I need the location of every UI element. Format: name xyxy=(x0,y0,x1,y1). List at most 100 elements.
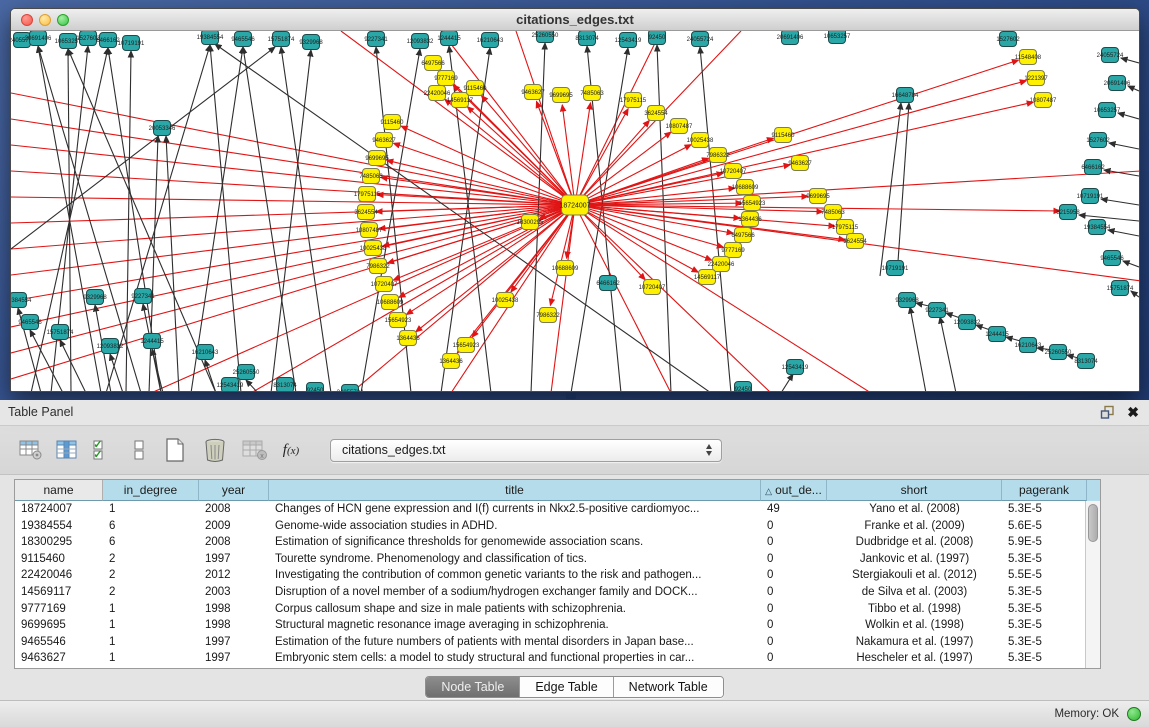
graph-edge[interactable] xyxy=(166,136,179,391)
network-window-titlebar[interactable]: citations_edges.txt xyxy=(11,9,1139,31)
graph-node-label: 8313074 xyxy=(1074,359,1098,365)
graph-edge[interactable] xyxy=(1123,261,1139,267)
graph-edge[interactable] xyxy=(940,317,956,391)
graph-edge[interactable] xyxy=(575,205,733,233)
graph-edge[interactable] xyxy=(781,374,793,391)
column-header-name[interactable]: name xyxy=(15,480,103,501)
table-options-button[interactable] xyxy=(16,435,46,465)
graph-node-label: 9465546 xyxy=(18,320,42,326)
table-row[interactable]: 1872400712008Changes of HCN gene express… xyxy=(15,501,1100,518)
graph-edge[interactable] xyxy=(910,307,926,391)
table-cell: Genome-wide association studies in ADHD. xyxy=(269,518,761,535)
table-row[interactable]: 2242004622012Investigating the contribut… xyxy=(15,567,1100,584)
unselect-all-columns-button[interactable] xyxy=(124,435,154,465)
column-header-short[interactable]: short xyxy=(827,480,1002,501)
graph-node-label: 6497566 xyxy=(731,233,755,239)
splitter-grip[interactable] xyxy=(566,393,576,399)
table-cell: 2008 xyxy=(199,501,269,518)
close-panel-icon[interactable]: ✖ xyxy=(1127,403,1139,421)
table-cell: Changes of HCN gene expression and I(f) … xyxy=(269,501,761,518)
graph-node-label: 1527602 xyxy=(996,37,1020,43)
table-vertical-scrollbar[interactable] xyxy=(1085,501,1100,668)
create-new-column-button[interactable] xyxy=(160,435,190,465)
graph-edge[interactable] xyxy=(441,31,575,205)
graph-edge[interactable] xyxy=(271,50,311,391)
show-columns-button[interactable] xyxy=(52,435,82,465)
table-cell: Embryonic stem cells: a model to study s… xyxy=(269,650,761,667)
table-row[interactable]: 1456911722003Disruption of a novel membe… xyxy=(15,584,1100,601)
table-cell: 2012 xyxy=(199,567,269,584)
graph-node-label: 18724007 xyxy=(559,203,590,210)
graph-edge[interactable] xyxy=(152,349,163,391)
graph-edge[interactable] xyxy=(575,145,691,205)
graph-edge[interactable] xyxy=(126,51,131,391)
delete-table-button[interactable]: x xyxy=(240,435,270,465)
table-cell: 2 xyxy=(103,567,199,584)
scrollbar-thumb[interactable] xyxy=(1088,504,1098,542)
network-window: citations_edges.txt 24055724206914061065… xyxy=(10,8,1140,392)
table-cell: 5.6E-5 xyxy=(1002,518,1087,535)
graph-node-label: 9329968 xyxy=(299,40,323,46)
table-row[interactable]: 911546021997Tourette syndrome. Phenomeno… xyxy=(15,551,1100,568)
graph-edge[interactable] xyxy=(11,205,575,301)
graph-edge[interactable] xyxy=(575,60,1018,205)
table-row[interactable]: 977716911998Corpus callosum shape and si… xyxy=(15,601,1100,618)
graph-edge[interactable] xyxy=(191,47,243,391)
graph-edge[interactable] xyxy=(281,47,331,391)
graph-edge[interactable] xyxy=(516,31,575,205)
graph-node-label: 15751874 xyxy=(268,37,295,43)
table-row[interactable]: 1830029562008Estimation of significance … xyxy=(15,534,1100,551)
column-header-title[interactable]: title xyxy=(269,480,761,501)
table-row[interactable]: 1938455462009Genome-wide association stu… xyxy=(15,518,1100,535)
column-header-in_degree[interactable]: in_degree xyxy=(103,480,199,501)
network-canvas[interactable]: 2405572420691406106532571527602646616210… xyxy=(11,31,1139,391)
graph-node-label: 9463627 xyxy=(521,90,545,96)
graph-edge[interactable] xyxy=(575,102,1033,205)
graph-edge[interactable] xyxy=(1118,113,1139,119)
table-cell: 0 xyxy=(761,650,827,667)
float-panel-icon[interactable] xyxy=(1100,405,1115,420)
graph-edge[interactable] xyxy=(60,340,86,391)
graph-node-label: 7485063 xyxy=(580,91,604,97)
table-row[interactable]: 946362711997Embryonic stem cells: a mode… xyxy=(15,650,1100,667)
graph-edge[interactable] xyxy=(562,105,575,205)
graph-edge[interactable] xyxy=(1079,215,1139,221)
tab-node-table[interactable]: Node Table xyxy=(426,677,520,697)
graph-node-label: 20691406 xyxy=(25,36,52,42)
graph-edge[interactable] xyxy=(575,205,698,272)
graph-edge[interactable] xyxy=(575,205,671,391)
graph-edge[interactable] xyxy=(575,205,845,240)
table-selector-dropdown[interactable]: citations_edges.txt xyxy=(330,439,722,462)
graph-node-label: 14569117 xyxy=(694,275,721,281)
graph-edge[interactable] xyxy=(880,103,901,276)
svg-text:✓: ✓ xyxy=(93,449,102,461)
function-builder-button[interactable]: f(x) xyxy=(276,435,306,465)
graph-node-label: 24055724 xyxy=(687,37,714,43)
graph-node-label: 20691406 xyxy=(1104,81,1131,87)
graph-edge[interactable] xyxy=(210,45,241,391)
graph-edge[interactable] xyxy=(1121,58,1139,63)
graph-node-label: 10807487 xyxy=(666,124,693,130)
graph-edge[interactable] xyxy=(575,205,1060,211)
graph-edge[interactable] xyxy=(1108,230,1139,236)
tab-network-table[interactable]: Network Table xyxy=(614,677,723,697)
column-header-year[interactable]: year xyxy=(199,480,269,501)
table-row[interactable]: 969969511998Structural magnetic resonanc… xyxy=(15,617,1100,634)
select-all-columns-button[interactable]: ✓ ✓ xyxy=(88,435,118,465)
graph-node-label: 1527602 xyxy=(1086,138,1110,144)
table-cell: 2 xyxy=(103,551,199,568)
graph-edge[interactable] xyxy=(1101,199,1139,205)
graph-edge[interactable] xyxy=(11,145,575,205)
tab-edge-table[interactable]: Edge Table xyxy=(520,677,613,697)
column-header-pagerank[interactable]: pagerank xyxy=(1002,480,1087,501)
table-cell: 0 xyxy=(761,518,827,535)
table-row[interactable]: 946554611997Estimation of the future num… xyxy=(15,634,1100,651)
graph-node-label: 1244415 xyxy=(985,332,1009,338)
graph-node-label: 25260550 xyxy=(233,370,260,376)
graph-node-label: 16648784 xyxy=(892,93,919,99)
graph-node-label: 12093832 xyxy=(97,344,124,350)
graph-edge[interactable] xyxy=(1109,143,1139,149)
delete-columns-button[interactable] xyxy=(200,435,230,465)
graph-node-label: 9699695 xyxy=(549,93,573,99)
column-header-out_de[interactable]: △out_de... xyxy=(761,480,827,501)
